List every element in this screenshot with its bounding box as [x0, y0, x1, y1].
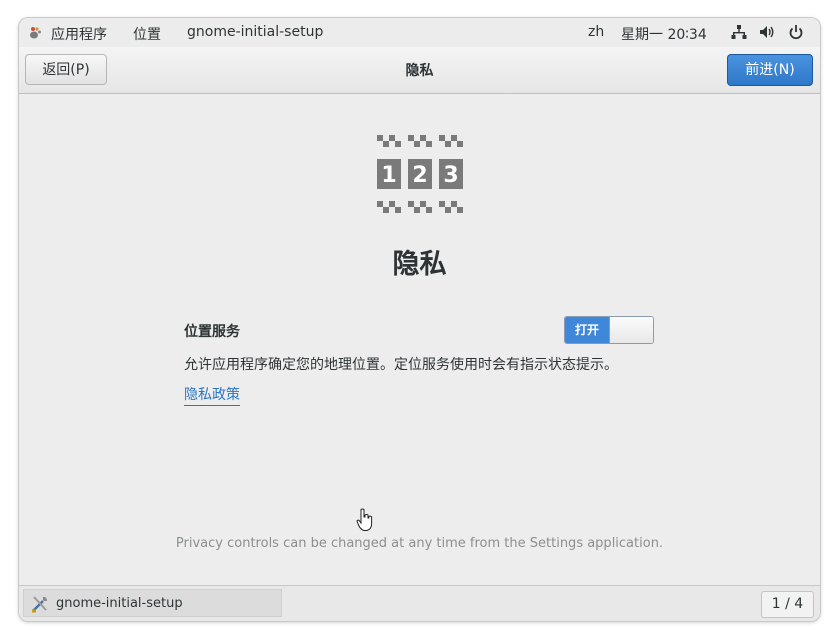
- taskbar-window-label: gnome-initial-setup: [56, 596, 183, 611]
- taskbar-window-item[interactable]: gnome-initial-setup: [23, 589, 282, 617]
- bottom-taskbar: gnome-initial-setup 1 / 4: [19, 585, 820, 621]
- hand-cursor-icon: [356, 508, 373, 531]
- places-menu[interactable]: 位置: [133, 24, 161, 44]
- workspace-indicator[interactable]: 1 / 4: [761, 591, 814, 618]
- power-icon[interactable]: [788, 24, 804, 40]
- top-panel: 应用程序 位置 gnome-initial-setup zh 星期一 20∶34: [19, 18, 820, 48]
- gnome-foot-icon: [30, 27, 41, 39]
- volume-icon[interactable]: [759, 24, 775, 40]
- privacy-page: 1 2 3 隐私 位置服务 打开 允许应用程序确定您的地理位置。定位服务使用时会…: [19, 94, 820, 585]
- svg-text:3: 3: [443, 163, 458, 188]
- privacy-footer-note: Privacy controls can be changed at any t…: [175, 536, 664, 551]
- network-icon[interactable]: [731, 24, 747, 40]
- svg-text:1: 1: [381, 163, 396, 188]
- privacy-icon: 1 2 3: [377, 135, 463, 213]
- location-services-label: 位置服务: [184, 324, 240, 340]
- toggle-knob[interactable]: [609, 317, 653, 343]
- input-method-indicator[interactable]: zh: [588, 24, 604, 40]
- location-description: 允许应用程序确定您的地理位置。定位服务使用时会有指示状态提示。: [184, 357, 618, 373]
- tools-icon: [32, 596, 47, 613]
- clock[interactable]: 星期一 20∶34: [621, 24, 707, 44]
- toggle-on-label: 打开: [565, 317, 609, 343]
- next-button[interactable]: 前进(N): [727, 54, 813, 86]
- desktop-screen: 应用程序 位置 gnome-initial-setup zh 星期一 20∶34…: [19, 18, 820, 621]
- svg-text:2: 2: [412, 163, 427, 188]
- app-menu[interactable]: gnome-initial-setup: [187, 24, 323, 40]
- header-title: 隐私: [405, 63, 434, 79]
- page-title: 隐私: [392, 249, 447, 280]
- applications-menu[interactable]: 应用程序: [51, 24, 107, 44]
- header-bar: 返回(P) 隐私 前进(N): [19, 47, 820, 94]
- location-services-toggle[interactable]: 打开: [564, 316, 654, 344]
- privacy-policy-link[interactable]: 隐私政策: [184, 384, 240, 406]
